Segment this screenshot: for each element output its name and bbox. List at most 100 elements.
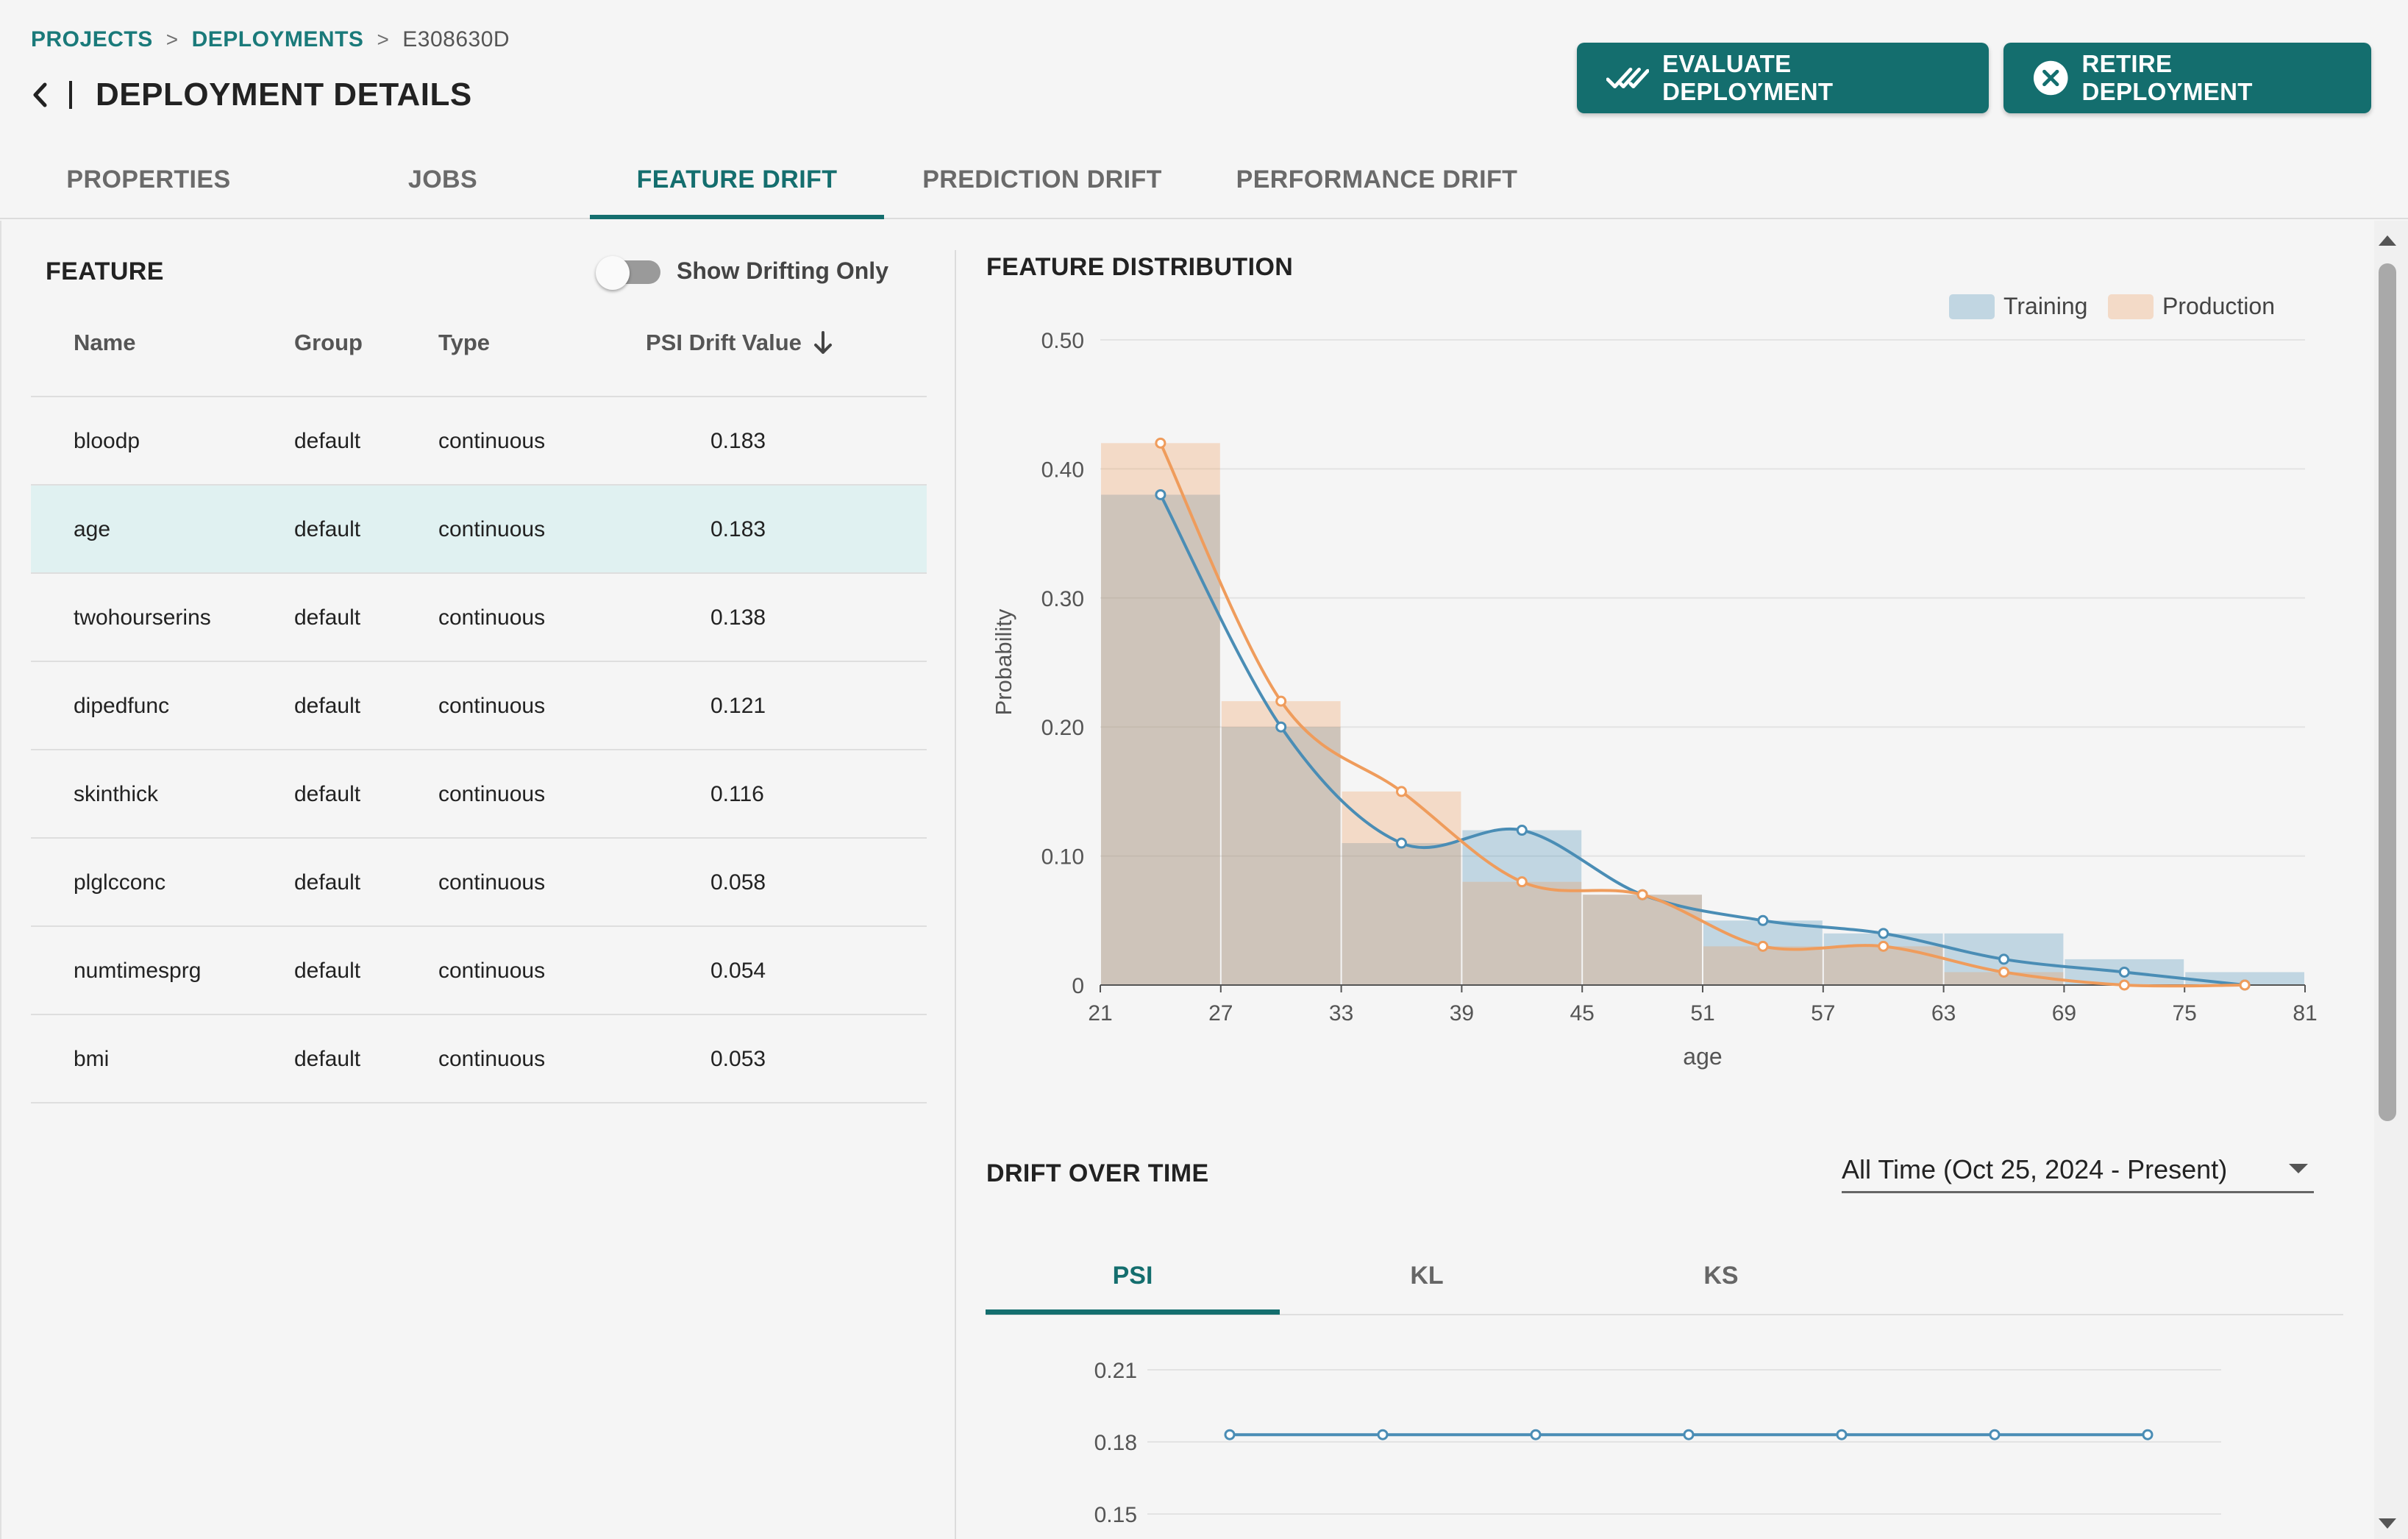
y-tick-label: 0.10	[1041, 845, 1084, 870]
cell-type: continuous	[438, 694, 546, 718]
legend-production-swatch	[2108, 294, 2154, 319]
cell-name: age	[74, 517, 111, 541]
y-tick-label: 0	[1072, 974, 1084, 998]
cell-group: default	[294, 782, 361, 806]
tab-jobs[interactable]: JOBS	[332, 140, 553, 219]
cell-name: numtimesprg	[74, 959, 202, 983]
show-drifting-only-toggle[interactable]	[596, 256, 663, 290]
panel-border	[0, 221, 1, 1539]
cell-group: default	[294, 605, 361, 630]
psi-point	[1989, 1429, 2001, 1440]
training-point	[1275, 721, 1287, 733]
retire-deployment-button[interactable]: RETIRE DEPLOYMENT	[2003, 43, 2371, 113]
tab-properties[interactable]: PROPERTIES	[38, 140, 259, 219]
cell-group: default	[294, 1047, 361, 1071]
y-tick-label: 0.15	[1094, 1503, 1137, 1527]
cell-psi: 0.116	[710, 782, 764, 806]
table-row[interactable]: numtimesprg default continuous 0.054	[31, 927, 927, 1015]
x-tick-label: 39	[1450, 1001, 1474, 1026]
double-check-icon	[1606, 67, 1650, 89]
breadcrumb: PROJECTS > DEPLOYMENTS > E308630D	[31, 25, 510, 54]
sort-descending-icon	[813, 331, 832, 354]
y-tick-label: 0.30	[1041, 587, 1084, 611]
x-tick-label: 45	[1570, 1001, 1595, 1026]
cell-psi: 0.054	[710, 959, 766, 983]
scrollbar-thumb[interactable]	[2379, 263, 2396, 1121]
table-row[interactable]: bmi default continuous 0.053	[31, 1015, 927, 1103]
cell-type: continuous	[438, 1047, 546, 1071]
production-point	[1636, 889, 1648, 900]
title-divider	[69, 81, 72, 109]
breadcrumb-projects-link[interactable]: PROJECTS	[31, 27, 153, 52]
column-header-type[interactable]: Type	[438, 330, 490, 356]
detail-tabs: PROPERTIES JOBS FEATURE DRIFT PREDICTION…	[0, 140, 2408, 219]
x-axis-label: age	[1683, 1043, 1722, 1070]
cell-name: plglcconc	[74, 870, 166, 895]
tab-performance-drift[interactable]: PERFORMANCE DRIFT	[1222, 140, 1531, 219]
back-button[interactable]	[26, 79, 53, 111]
column-header-name[interactable]: Name	[74, 330, 135, 356]
production-bar	[1342, 791, 1461, 985]
table-row[interactable]: bloodp default continuous 0.183	[31, 397, 927, 486]
table-row[interactable]: plglcconc default continuous 0.058	[31, 839, 927, 927]
cell-group: default	[294, 429, 361, 453]
psi-point	[1377, 1429, 1389, 1440]
time-range-select[interactable]: All Time (Oct 25, 2024 - Present)	[1842, 1148, 2314, 1193]
cell-psi: 0.138	[710, 605, 766, 630]
table-row[interactable]: dipedfunc default continuous 0.121	[31, 662, 927, 750]
cell-type: continuous	[438, 605, 546, 630]
production-bar	[1703, 946, 1823, 985]
cell-type: continuous	[438, 429, 546, 453]
x-tick-label: 69	[2052, 1001, 2076, 1026]
close-circle-icon	[2033, 60, 2068, 96]
scroll-up-arrow-icon[interactable]	[2379, 235, 2396, 246]
legend-production-label: Production	[2162, 293, 2275, 319]
cell-name: bmi	[74, 1047, 110, 1071]
production-point	[1516, 876, 1528, 888]
cell-name: dipedfunc	[74, 694, 170, 718]
y-axis-label: Probability	[991, 608, 1016, 715]
metric-tab-psi[interactable]: PSI	[986, 1236, 1280, 1315]
psi-point	[2142, 1429, 2154, 1440]
cell-psi: 0.121	[710, 694, 766, 718]
production-bar	[1823, 946, 1943, 985]
x-tick-label: 33	[1329, 1001, 1353, 1026]
breadcrumb-current: E308630D	[402, 27, 510, 51]
training-point	[1155, 488, 1166, 500]
drift-over-time-chart: 0.15 0.18 0.21	[1094, 1359, 2221, 1527]
table-row-selected[interactable]: age default continuous 0.183	[31, 486, 927, 574]
x-tick-label: 75	[2173, 1001, 2197, 1026]
active-metric-indicator	[986, 1309, 1280, 1315]
y-tick-label: 0.50	[1041, 329, 1084, 353]
cell-type: continuous	[438, 870, 546, 895]
y-tick-label: 0.21	[1094, 1359, 1137, 1383]
evaluate-deployment-button[interactable]: EVALUATE DEPLOYMENT	[1577, 43, 1989, 113]
breadcrumb-separator: >	[377, 28, 390, 51]
cell-group: default	[294, 870, 361, 895]
scroll-down-arrow-icon[interactable]	[2379, 1518, 2396, 1529]
production-point	[1396, 786, 1407, 797]
column-header-psi[interactable]: PSI Drift Value	[646, 330, 834, 356]
chevron-left-icon	[33, 82, 47, 107]
breadcrumb-deployments-link[interactable]: DEPLOYMENTS	[192, 27, 364, 52]
tab-feature-drift[interactable]: FEATURE DRIFT	[590, 140, 884, 219]
metric-tab-kl[interactable]: KL	[1280, 1236, 1574, 1315]
tab-prediction-drift[interactable]: PREDICTION DRIFT	[899, 140, 1186, 219]
x-tick-label: 57	[1811, 1001, 1835, 1026]
cell-type: continuous	[438, 959, 546, 983]
x-tick-label: 21	[1088, 1001, 1112, 1026]
production-point	[1757, 940, 1769, 952]
table-row[interactable]: skinthick default continuous 0.116	[31, 750, 927, 839]
table-row[interactable]: twohourserins default continuous 0.138	[31, 574, 927, 662]
metric-tab-ks[interactable]: KS	[1574, 1236, 1868, 1315]
feature-distribution-title: FEATURE DISTRIBUTION	[986, 253, 1294, 281]
cell-psi: 0.183	[710, 517, 766, 541]
column-header-group[interactable]: Group	[294, 330, 363, 356]
y-tick-label: 0.18	[1094, 1431, 1137, 1455]
caret-down-icon	[2289, 1164, 2308, 1173]
show-drifting-only-label: Show Drifting Only	[677, 257, 888, 284]
x-tick-label: 63	[1931, 1001, 1956, 1026]
feature-distribution-chart: 0 0.10 0.20 0.30 0.40 0.50 21 27 33 39 45 51 57 63 69 7…	[991, 293, 2318, 1070]
training-point	[1757, 914, 1769, 926]
cell-name: twohourserins	[74, 605, 211, 630]
